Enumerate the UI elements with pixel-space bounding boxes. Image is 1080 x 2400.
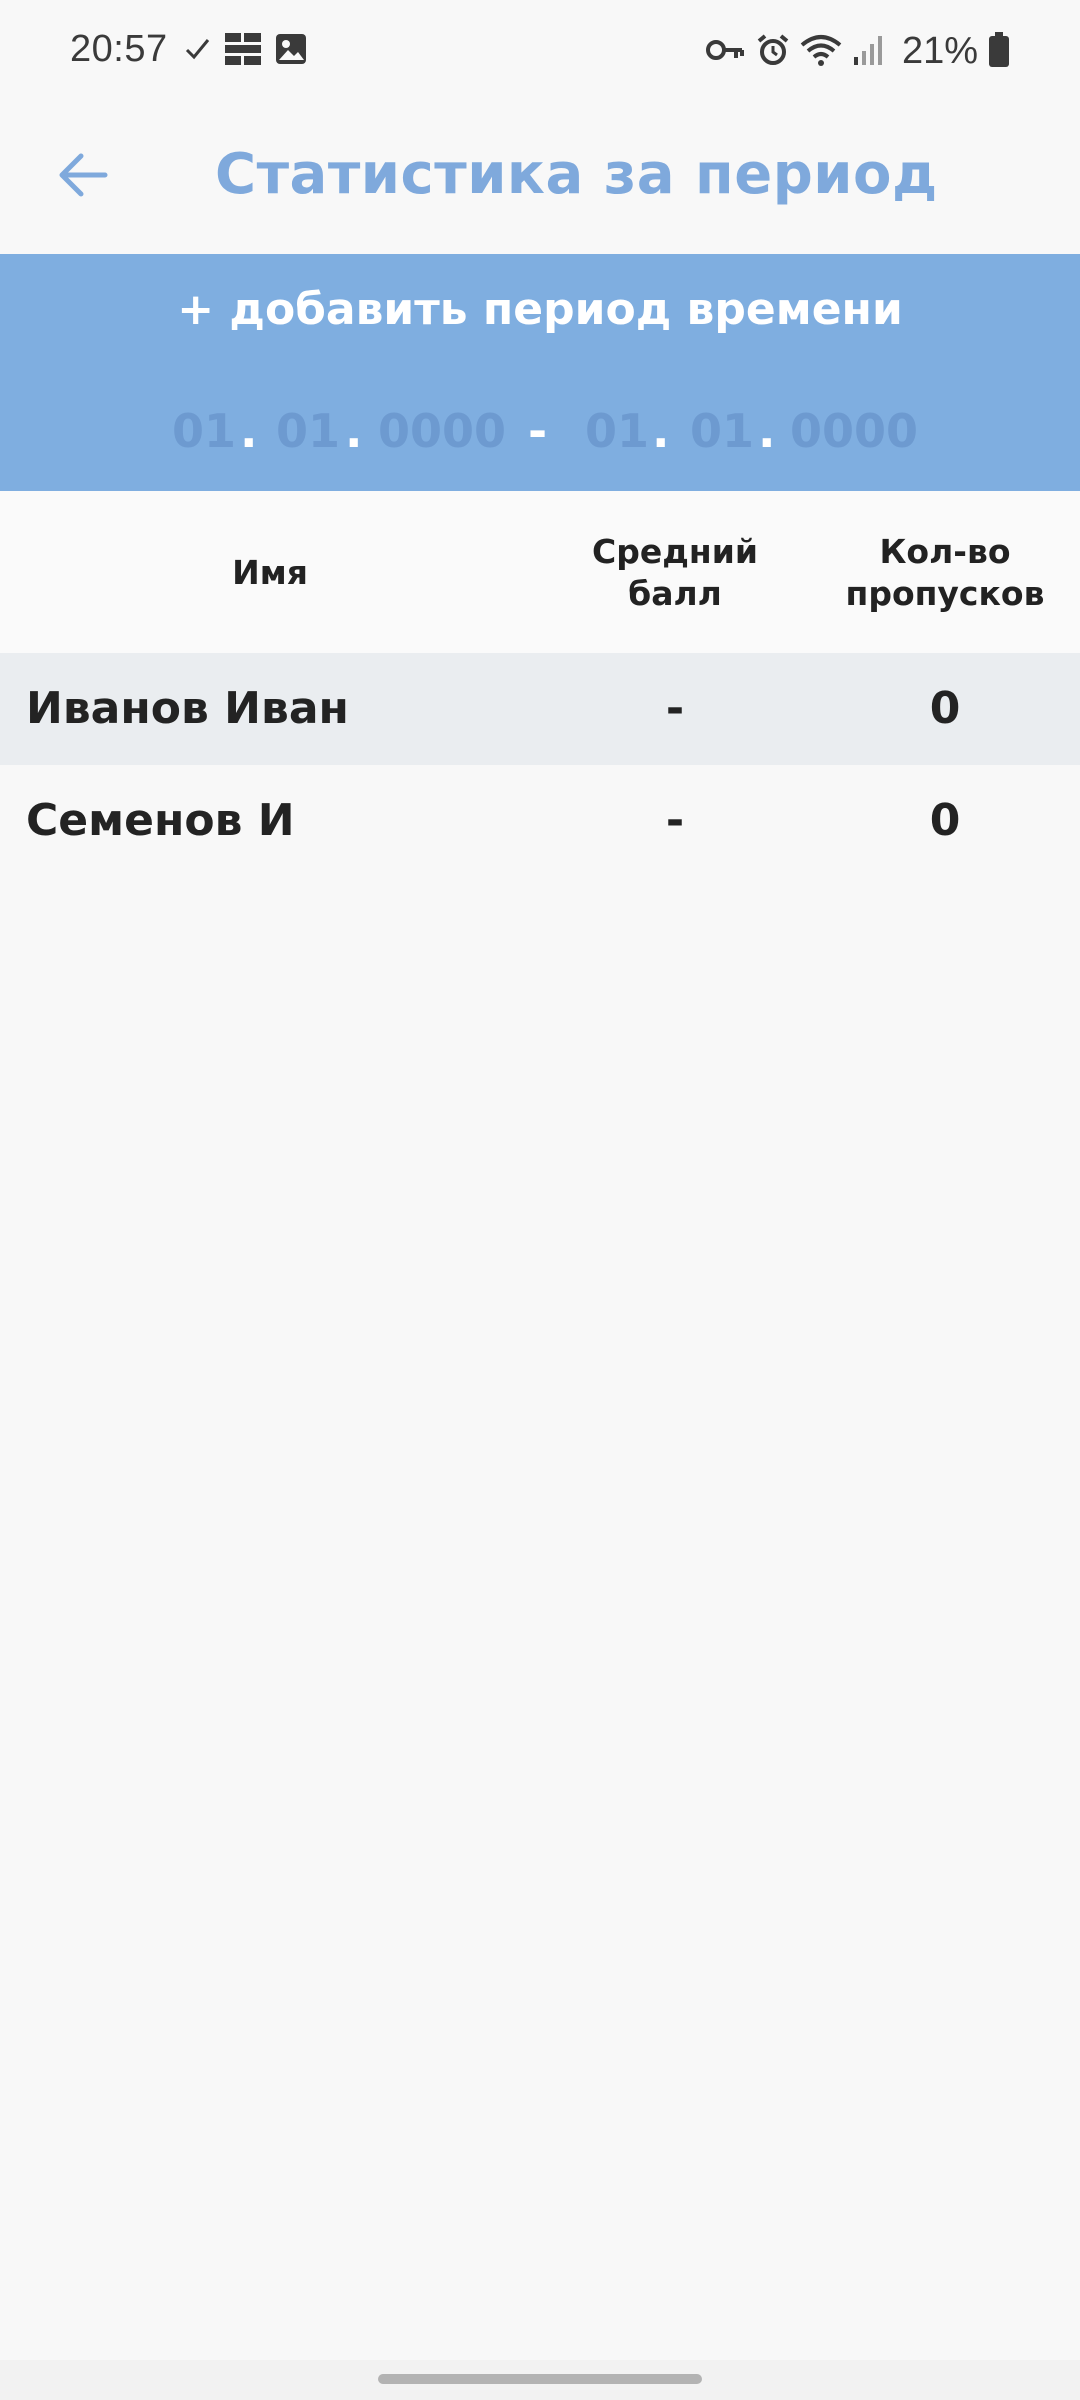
date-dot: . (345, 404, 363, 458)
arrow-back-icon (57, 152, 109, 202)
start-month-input[interactable]: 01 (276, 404, 340, 458)
column-header-skips-line2: пропусков (845, 574, 1045, 613)
add-period-button[interactable]: + добавить период времени (0, 284, 1080, 335)
home-gesture-handle[interactable] (378, 2374, 702, 2384)
column-header-skips: Кол-во пропусков (830, 531, 1060, 615)
date-range-dash: - (528, 404, 548, 458)
check-icon (182, 34, 212, 68)
app-bar: Статистика за период (0, 104, 1080, 254)
status-right-icons: 21% (705, 30, 1010, 73)
average-score: - (665, 683, 685, 734)
start-day-input[interactable]: 01 (172, 404, 236, 458)
battery-percent: 21% (901, 30, 978, 72)
end-day-input[interactable]: 01 (585, 404, 649, 458)
column-header-average-line2: балл (628, 574, 722, 613)
end-year-input[interactable]: 0000 (790, 404, 918, 458)
average-score: - (665, 795, 685, 846)
page-title: Статистика за период (215, 142, 938, 207)
vpn-key-icon (705, 36, 746, 68)
table-header: Имя Средний балл Кол-во пропусков (0, 491, 1080, 653)
period-panel: + добавить период времени 01 . 01 . 0000… (0, 254, 1080, 491)
date-dot: . (652, 404, 670, 458)
column-header-average-line1: Средний (592, 532, 758, 571)
status-bar: 20:57 21% (0, 0, 1080, 104)
start-year-input[interactable]: 0000 (378, 404, 506, 458)
column-header-average: Средний балл (560, 531, 790, 615)
date-dot: . (758, 404, 776, 458)
column-header-skips-line1: Кол-во (879, 532, 1011, 571)
table-row[interactable]: Семенов И - 0 (0, 765, 1080, 877)
battery-icon (988, 31, 1010, 72)
wifi-icon (800, 33, 842, 71)
column-header-name: Имя (232, 553, 308, 592)
end-month-input[interactable]: 01 (690, 404, 754, 458)
student-name: Семенов И (26, 795, 295, 846)
skips-count: 0 (929, 683, 961, 734)
table-row[interactable]: Иванов Иван - 0 (0, 653, 1080, 765)
date-dot: . (240, 404, 258, 458)
status-left-icons (182, 32, 308, 70)
back-button[interactable] (48, 142, 118, 212)
student-name: Иванов Иван (26, 683, 349, 734)
grid-app-icon (224, 32, 262, 70)
alarm-icon (756, 33, 790, 71)
gallery-icon (274, 32, 308, 70)
skips-count: 0 (929, 795, 961, 846)
date-range: 01 . 01 . 0000 - 01 . 01 . 0000 (0, 404, 1080, 464)
signal-icon (852, 33, 884, 71)
status-time: 20:57 (70, 28, 168, 70)
